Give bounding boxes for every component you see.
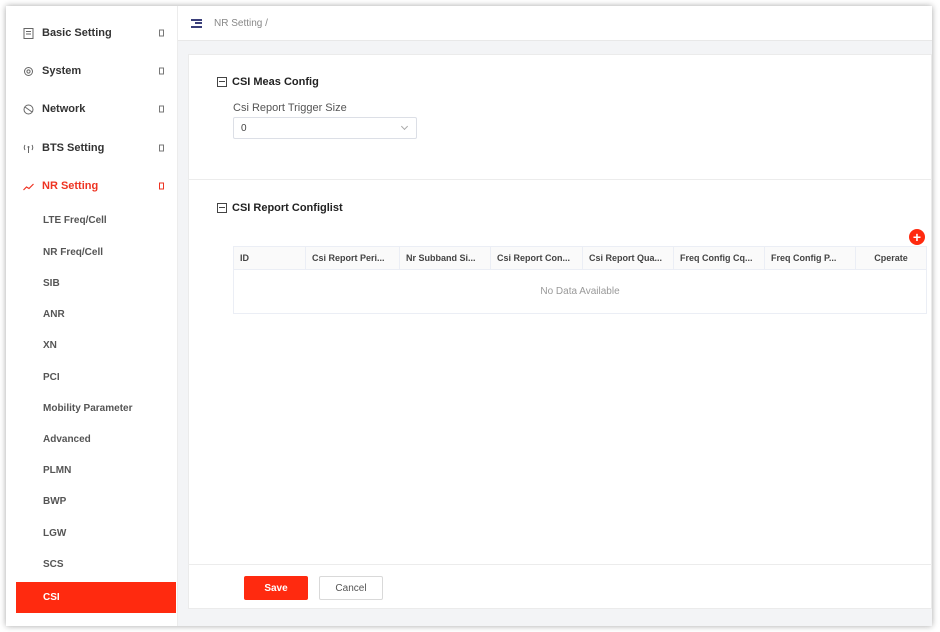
menu-system[interactable]: System <box>6 52 178 90</box>
save-button[interactable]: Save <box>244 576 308 600</box>
submenu-xn[interactable]: XN <box>16 330 176 361</box>
menu-label: System <box>42 65 82 77</box>
expand-icon <box>159 144 164 152</box>
menu-label: Network <box>42 103 86 115</box>
select-value: 0 <box>241 122 247 134</box>
submenu-nr-freq-cell[interactable]: NR Freq/Cell <box>16 237 176 268</box>
trigger-size-label: Csi Report Trigger Size <box>233 102 347 114</box>
submenu-mobility-parameter[interactable]: Mobility Parameter <box>16 393 176 424</box>
add-row-button[interactable]: + <box>909 229 925 245</box>
csi-report-table: ID Csi Report Peri... Nr Subband Si... C… <box>233 246 927 314</box>
menu-label: Basic Setting <box>42 27 112 39</box>
csi-meas-config-header[interactable]: CSI Meas Config <box>217 76 319 88</box>
column-header[interactable]: ID <box>234 247 306 269</box>
menu-toggle-icon[interactable] <box>191 18 202 28</box>
document-icon <box>22 27 34 39</box>
globe-icon <box>22 103 34 115</box>
submenu-advanced[interactable]: Advanced <box>16 424 176 455</box>
footer-divider <box>188 564 932 565</box>
submenu-lgw[interactable]: LGW <box>16 518 176 549</box>
submenu-csi[interactable]: CSI <box>16 582 176 613</box>
empty-state: No Data Available <box>540 286 620 297</box>
sidebar: Basic Setting System Network BTS Setting <box>6 6 178 626</box>
column-header[interactable]: Csi Report Qua... <box>583 247 674 269</box>
menu-network[interactable]: Network <box>6 90 178 128</box>
column-header[interactable]: Freq Config Cq... <box>674 247 765 269</box>
chevron-down-icon <box>400 122 409 131</box>
submenu-lte-freq-cell[interactable]: LTE Freq/Cell <box>16 205 176 236</box>
menu-nr-setting[interactable]: NR Setting <box>6 167 178 205</box>
expand-icon <box>159 105 164 113</box>
expand-icon <box>159 29 164 37</box>
submenu-scs[interactable]: SCS <box>16 549 176 580</box>
section-title: CSI Meas Config <box>232 76 319 88</box>
table-header: ID Csi Report Peri... Nr Subband Si... C… <box>234 247 926 270</box>
expand-icon <box>159 67 164 75</box>
section-title: CSI Report Configlist <box>232 202 343 214</box>
submenu-plmn[interactable]: PLMN <box>16 455 176 486</box>
column-header: Cperate <box>874 253 908 263</box>
column-header[interactable]: Freq Config P... <box>765 247 856 269</box>
submenu-anr[interactable]: ANR <box>16 299 176 330</box>
topbar: NR Setting / <box>178 6 932 41</box>
submenu-bwp[interactable]: BWP <box>16 486 176 517</box>
signal-icon <box>22 180 34 192</box>
column-header[interactable]: Csi Report Peri... <box>306 247 400 269</box>
cancel-button[interactable]: Cancel <box>319 576 383 600</box>
csi-report-configlist-header[interactable]: CSI Report Configlist <box>217 202 343 214</box>
collapse-icon[interactable] <box>217 203 227 213</box>
menu-bts-setting[interactable]: BTS Setting <box>6 129 178 167</box>
breadcrumb[interactable]: NR Setting / <box>214 18 268 29</box>
submenu-pci[interactable]: PCI <box>16 362 176 393</box>
collapse-icon[interactable] <box>217 77 227 87</box>
collapse-arrow-icon <box>159 182 164 190</box>
gear-icon <box>22 65 34 77</box>
app-window: Basic Setting System Network BTS Setting <box>6 6 932 626</box>
column-header[interactable]: Csi Report Con... <box>491 247 583 269</box>
trigger-size-select[interactable]: 0 <box>233 117 417 139</box>
section-divider <box>188 179 932 180</box>
column-header[interactable]: Nr Subband Si... <box>400 247 491 269</box>
menu-label: NR Setting <box>42 180 99 192</box>
menu-basic-setting[interactable]: Basic Setting <box>6 14 178 52</box>
submenu-sib[interactable]: SIB <box>16 268 176 299</box>
menu-label: BTS Setting <box>42 142 105 154</box>
antenna-icon <box>22 142 34 154</box>
